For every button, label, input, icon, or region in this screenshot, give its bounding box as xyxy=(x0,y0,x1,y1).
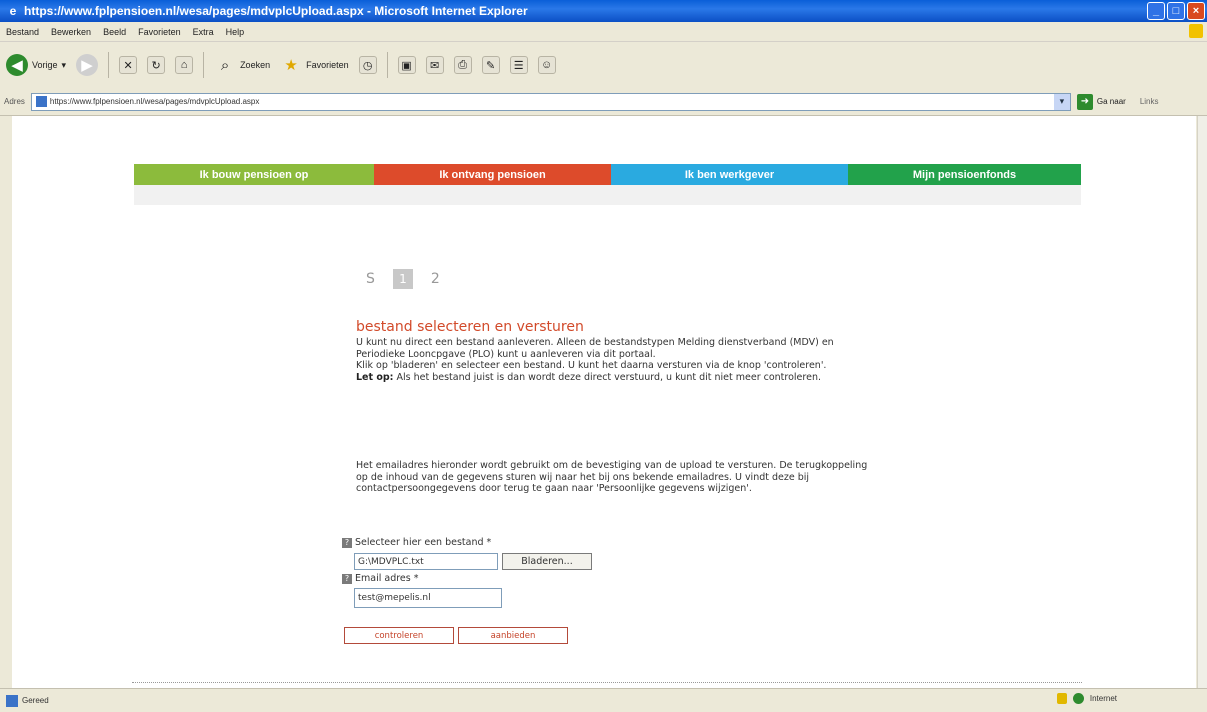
go-label: Ga naar xyxy=(1096,97,1126,106)
menu-item-extra[interactable]: Extra xyxy=(193,27,214,37)
intro-text: U kunt nu direct een bestand aanleveren.… xyxy=(356,337,876,383)
edit-button[interactable]: ✎ xyxy=(481,56,500,74)
mail-button[interactable]: ✉ xyxy=(425,56,444,74)
back-label: Vorige xyxy=(32,60,58,70)
discuss-button[interactable]: ☰ xyxy=(509,56,528,74)
address-input[interactable]: https://www.fplpensioen.nl/wesa/pages/md… xyxy=(30,92,1071,111)
nav-tab-2[interactable]: Ik ontvang pensioen xyxy=(374,164,611,185)
history-button[interactable]: ◷ xyxy=(358,56,377,74)
home-button[interactable]: ⌂ xyxy=(175,56,194,74)
page-title: bestand selecteren en versturen xyxy=(356,319,584,335)
page-icon xyxy=(35,96,47,107)
toolbar-separator xyxy=(108,52,110,78)
address-label: Adres xyxy=(4,97,25,106)
print-button[interactable]: ⎙ xyxy=(453,56,472,74)
menu-item-bestand[interactable]: Bestand xyxy=(6,27,39,37)
security-zone: Internet xyxy=(1056,693,1117,704)
email-label: Email adres * xyxy=(355,573,419,584)
vertical-scrollbar[interactable] xyxy=(1197,116,1207,688)
menu-item-bewerken[interactable]: Bewerken xyxy=(51,27,91,37)
toolbar-separator xyxy=(386,52,388,78)
chevron-down-icon[interactable]: ▾ xyxy=(1053,93,1070,110)
messenger-button[interactable]: ☺ xyxy=(537,56,556,74)
search-label: Zoeken xyxy=(240,60,271,70)
window-titlebar: e https://www.fplpensioen.nl/wesa/pages/… xyxy=(0,0,1207,22)
email-info-text: Het emailadres hieronder wordt gebruikt … xyxy=(356,460,868,494)
menu-item-favorieten[interactable]: Favorieten xyxy=(138,27,181,37)
status-text: Gereed xyxy=(22,696,49,705)
file-label-row: ? Selecteer hier een bestand * xyxy=(342,537,491,548)
main-navigation: Ik bouw pensioen op Ik ontvang pensioen Ik… xyxy=(134,164,1081,185)
step-indicator: S 1 2 xyxy=(366,269,440,289)
intro-paragraph: U kunt nu direct een bestand aanleveren.… xyxy=(356,337,834,360)
submit-button[interactable]: aanbieden xyxy=(458,627,568,644)
step-current: 1 xyxy=(392,269,413,289)
nav-tab-1[interactable]: Ik bouw pensioen op xyxy=(134,164,374,185)
back-button[interactable]: ◀ Vorige ▾ xyxy=(6,54,66,76)
stop-button[interactable]: ✕ xyxy=(119,56,138,74)
menu-bar: Bestand Bewerken Beeld Favorieten Extra Help xyxy=(0,22,1207,42)
maximize-button[interactable]: □ xyxy=(1167,2,1185,20)
favorites-button[interactable]: ★ Favorieten xyxy=(280,54,349,76)
close-button[interactable]: × xyxy=(1187,2,1205,20)
page-status-icon xyxy=(6,694,18,707)
nav-tab-3[interactable]: Ik ben werkgever xyxy=(611,164,848,185)
email-label-row: ? Email adres * xyxy=(342,573,419,584)
step-s[interactable]: S xyxy=(366,271,375,287)
minimize-button[interactable]: _ xyxy=(1147,2,1165,20)
go-arrow-icon: ➜ xyxy=(1076,93,1093,110)
note-label: Let op: xyxy=(356,371,394,383)
file-input-value: G:\MDVPLC.txt xyxy=(358,556,424,567)
zone-label: Internet xyxy=(1089,694,1117,703)
globe-icon xyxy=(1072,693,1084,704)
lock-icon xyxy=(1056,693,1067,704)
refresh-button[interactable]: ↻ xyxy=(147,56,166,74)
file-input[interactable]: G:\MDVPLC.txt xyxy=(354,553,498,570)
status-bar: Gereed Internet xyxy=(0,688,1207,712)
step-next[interactable]: 2 xyxy=(431,271,440,287)
favorites-label: Favorieten xyxy=(306,60,349,70)
nav-tab-4[interactable]: Mijn pensioenfonds xyxy=(848,164,1081,185)
check-button[interactable]: controleren xyxy=(344,627,454,644)
help-icon[interactable]: ? xyxy=(342,537,352,548)
instruction-paragraph: Klik op 'bladeren' en selecteer een best… xyxy=(356,360,827,371)
menu-item-help[interactable]: Help xyxy=(226,27,245,37)
links-button[interactable]: Links xyxy=(1140,97,1159,106)
star-icon: ★ xyxy=(284,57,298,74)
browse-button[interactable]: Bladeren... xyxy=(502,553,592,570)
footer-divider xyxy=(132,682,1082,683)
toolbar-separator xyxy=(203,52,205,78)
address-bar: Adres https://www.fplpensioen.nl/wesa/pa… xyxy=(0,88,1207,116)
internet-explorer-icon: e xyxy=(9,4,17,18)
go-button[interactable]: ➜ Ga naar xyxy=(1076,93,1126,110)
nav-subbar xyxy=(134,185,1081,205)
email-input[interactable]: test@mepelis.nl xyxy=(354,588,502,608)
address-url: https://www.fplpensioen.nl/wesa/pages/md… xyxy=(49,97,260,106)
toolbar: ◀ Vorige ▾ ▶ ✕ ↻ ⌂ ⌕ Zoeken ★ Favorieten… xyxy=(0,42,1207,88)
chevron-down-icon[interactable]: ▾ xyxy=(62,60,67,71)
file-label: Selecteer hier een bestand * xyxy=(355,537,492,548)
note-text: Als het bestand juist is dan wordt deze … xyxy=(393,371,821,383)
search-button[interactable]: ⌕ Zoeken xyxy=(214,54,270,76)
page-content: Ik bouw pensioen op Ik ontvang pensioen Ik… xyxy=(12,116,1196,688)
search-icon: ⌕ xyxy=(220,56,230,74)
email-input-value: test@mepelis.nl xyxy=(358,593,431,603)
help-icon[interactable]: ? xyxy=(342,573,352,584)
windows-logo-icon xyxy=(1189,24,1203,38)
menu-item-beeld[interactable]: Beeld xyxy=(103,27,126,37)
window-title: https://www.fplpensioen.nl/wesa/pages/md… xyxy=(24,4,528,18)
forward-button[interactable]: ▶ xyxy=(76,54,99,76)
back-arrow-icon: ◀ xyxy=(6,54,28,76)
media-button[interactable]: ▣ xyxy=(397,56,416,74)
